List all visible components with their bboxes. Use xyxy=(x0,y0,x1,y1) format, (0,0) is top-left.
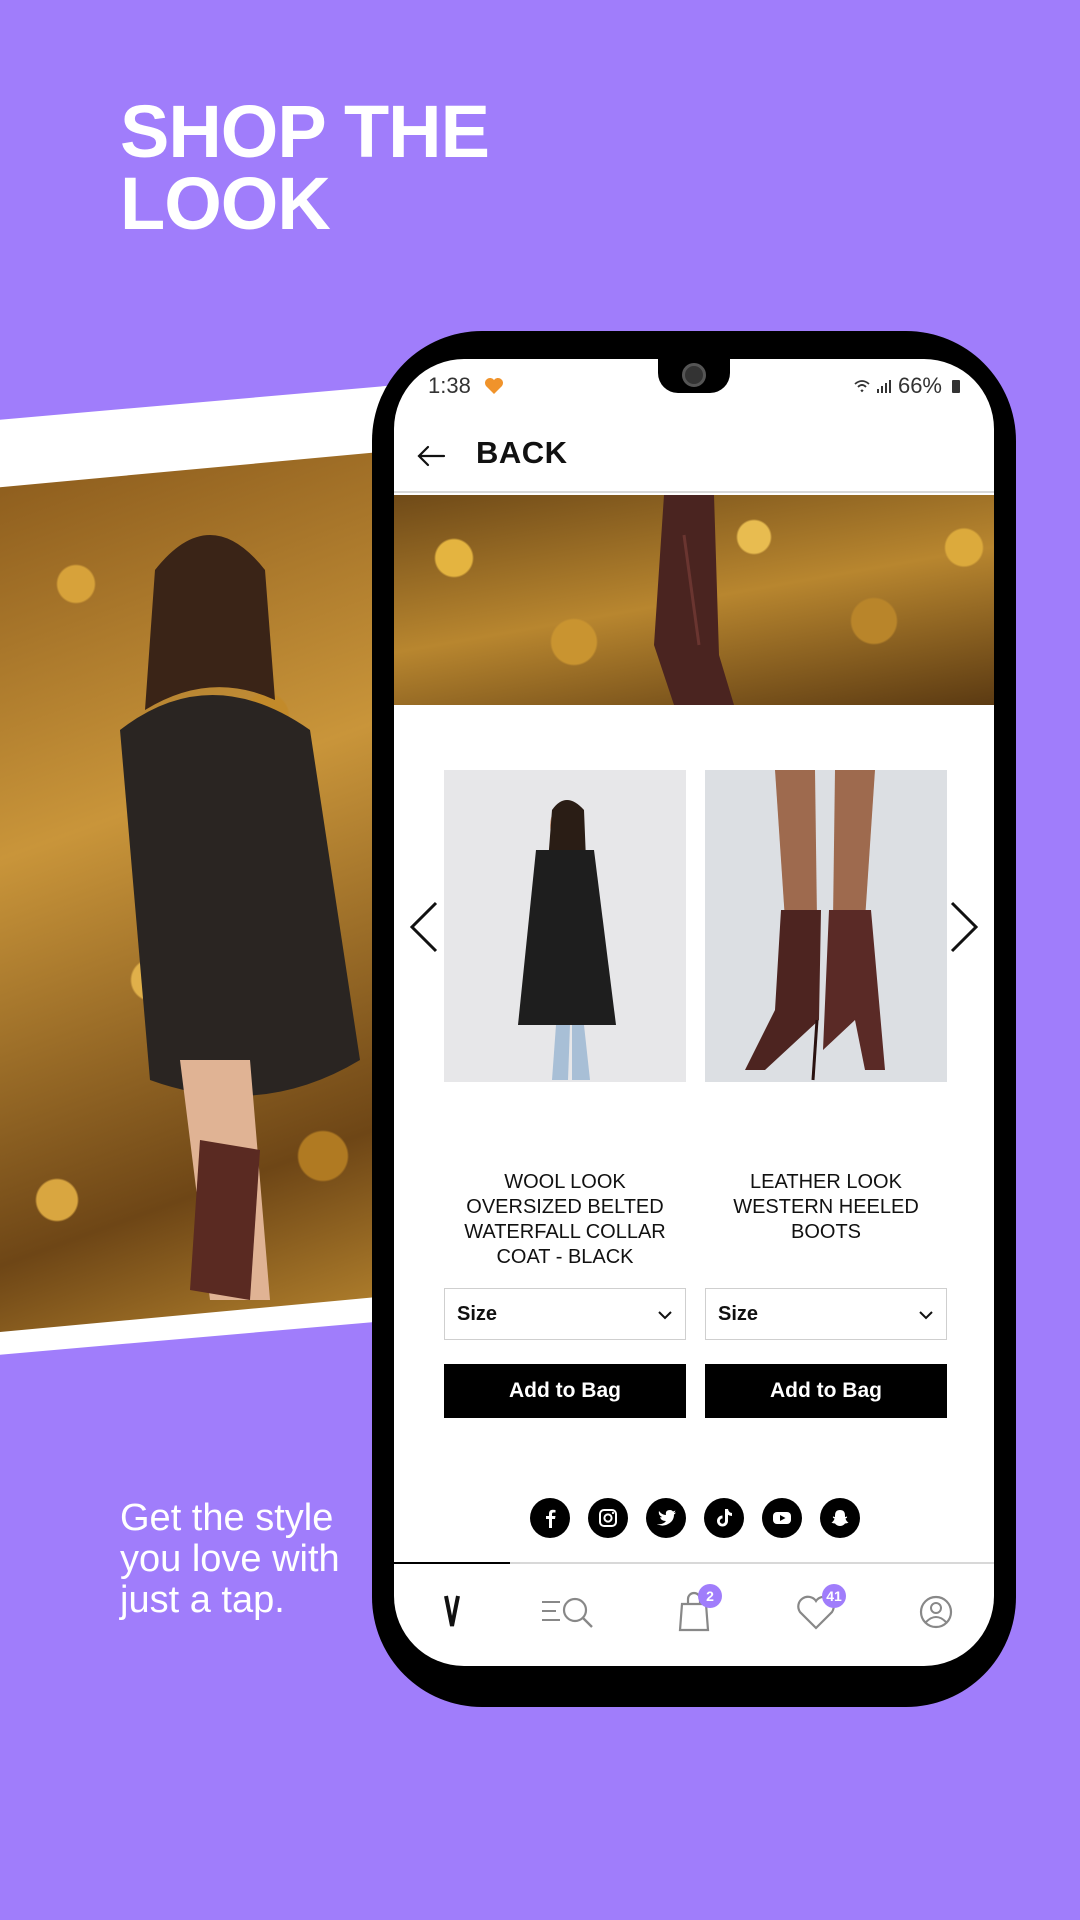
social-links xyxy=(530,1498,860,1538)
status-time: 1:38 xyxy=(428,373,471,398)
active-tab-indicator xyxy=(394,1562,510,1564)
brand-logo-icon xyxy=(444,1595,460,1627)
boots-illustration xyxy=(745,770,885,1081)
nav-search[interactable] xyxy=(540,1586,600,1636)
signal-icon xyxy=(876,380,891,393)
coat-illustration xyxy=(518,800,616,1080)
subline-line-2: you love with xyxy=(120,1538,340,1580)
product-name: WOOL LOOK OVERSIZED BELTED WATERFALL COL… xyxy=(464,1171,666,1268)
youtube-icon[interactable] xyxy=(762,1498,802,1538)
battery-percent: 66% xyxy=(897,373,942,398)
size-select[interactable]: Size xyxy=(444,1288,686,1340)
bottom-navigation: 2 41 xyxy=(394,1562,994,1666)
phone-screen: 1:38 66% BACK WOOL LOOK OVERSIZED BELTED… xyxy=(394,359,994,1666)
product-image-coat[interactable] xyxy=(444,770,686,1082)
camera-notch xyxy=(658,359,730,393)
promo-headline: SHOP THE LOOK xyxy=(120,90,490,245)
facebook-icon[interactable] xyxy=(530,1498,570,1538)
app-header: BACK xyxy=(394,419,994,493)
nav-bag[interactable]: 2 xyxy=(664,1584,724,1636)
size-select-label: Size xyxy=(718,1303,759,1325)
instagram-icon[interactable] xyxy=(588,1498,628,1538)
nav-wishlist[interactable]: 41 xyxy=(786,1584,846,1636)
chevron-right-icon[interactable] xyxy=(946,899,982,955)
product-card-boots: LEATHER LOOK WESTERN HEELED BOOTS Size A… xyxy=(705,770,947,1418)
battery-icon xyxy=(952,380,960,393)
nav-account[interactable] xyxy=(906,1586,966,1636)
wishlist-count-badge: 41 xyxy=(822,1584,846,1608)
user-account-icon xyxy=(919,1595,953,1629)
snapchat-icon[interactable] xyxy=(820,1498,860,1538)
arrow-left-icon[interactable] xyxy=(416,441,446,471)
status-icons: 66% xyxy=(854,373,964,399)
product-name: LEATHER LOOK WESTERN HEELED BOOTS xyxy=(733,1171,919,1243)
add-to-bag-button[interactable]: Add to Bag xyxy=(444,1364,686,1418)
bag-count-badge: 2 xyxy=(698,1584,722,1608)
add-to-bag-button[interactable]: Add to Bag xyxy=(705,1364,947,1418)
tiktok-icon[interactable] xyxy=(704,1498,744,1538)
chevron-left-icon[interactable] xyxy=(406,899,442,955)
product-card-coat: WOOL LOOK OVERSIZED BELTED WATERFALL COL… xyxy=(444,770,686,1418)
headline-line-1: SHOP THE xyxy=(120,90,490,173)
notification-heart-icon xyxy=(485,378,503,394)
twitter-icon[interactable] xyxy=(646,1498,686,1538)
headline-line-2: LOOK xyxy=(120,162,331,245)
subline-line-1: Get the style xyxy=(120,1497,334,1539)
size-select-label: Size xyxy=(457,1303,498,1325)
model-figure-illustration xyxy=(120,535,360,1300)
size-select[interactable]: Size xyxy=(705,1288,947,1340)
wifi-icon xyxy=(854,380,870,393)
menu-search-icon xyxy=(542,1597,593,1628)
chevron-down-icon xyxy=(919,1311,933,1320)
boot-illustration xyxy=(654,495,734,705)
back-button[interactable]: BACK xyxy=(476,435,568,471)
product-image-boots[interactable] xyxy=(705,770,947,1082)
look-banner-image xyxy=(394,495,994,705)
subline-line-3: just a tap. xyxy=(120,1579,285,1621)
promo-subline: Get the style you love with just a tap. xyxy=(120,1498,340,1621)
nav-home[interactable] xyxy=(422,1586,482,1636)
chevron-down-icon xyxy=(658,1311,672,1320)
